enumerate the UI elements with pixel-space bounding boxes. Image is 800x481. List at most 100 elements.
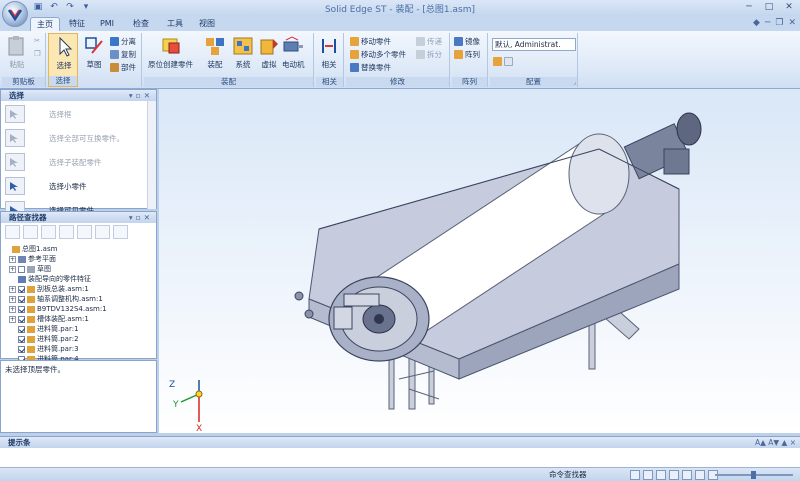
tab-3[interactable]: 检查 <box>128 17 154 31</box>
refresh-view-icon[interactable] <box>630 470 640 480</box>
pan-icon[interactable] <box>669 470 679 480</box>
close-icon[interactable]: ✕ <box>780 1 798 13</box>
copy-small-icon[interactable]: ❐ <box>34 49 41 58</box>
move-part-button[interactable]: 移动零件 <box>350 36 391 47</box>
tree-item[interactable]: 进料筒.par:1 <box>9 324 79 334</box>
assembly-model: Z Y X <box>169 112 702 433</box>
relate-button[interactable]: 相关 <box>319 35 339 70</box>
zoom-slider-thumb[interactable] <box>751 471 756 479</box>
tree-item[interactable]: 总图1.asm <box>3 244 57 254</box>
expand-icon[interactable]: + <box>9 265 16 273</box>
transfer-button[interactable]: 传递 <box>416 36 442 47</box>
split-button[interactable]: 分离 <box>110 36 136 47</box>
expand-icon[interactable]: + <box>9 295 16 303</box>
prompt-bar-controls[interactable]: A▲ A▼ ▲ × <box>755 437 796 448</box>
virtual-button[interactable]: 虚拟 <box>258 35 280 70</box>
group-relate: 相关 相关 <box>316 33 344 87</box>
tab-4[interactable]: 工具 <box>162 17 188 31</box>
ribbon: 粘贴 ✂ ❐ 剪贴板 选择 选择 草图 分离 复制 部件 原位创建零件 装配 系… <box>0 31 800 89</box>
pathfinder-tool-7-icon[interactable] <box>113 225 128 239</box>
tree-item[interactable]: + 槽体装配.asm:1 <box>9 314 89 324</box>
zoom-area-icon[interactable] <box>656 470 666 480</box>
select-filter-item[interactable]: 选择框 <box>5 105 72 123</box>
visibility-checkbox[interactable] <box>18 295 25 303</box>
mirror-button[interactable]: 镜像 <box>454 36 480 47</box>
ribbon-close-icon[interactable]: ✕ <box>788 18 796 28</box>
help-icon[interactable]: ◆ <box>753 18 760 28</box>
graphics-window[interactable]: Z Y X <box>159 89 800 433</box>
command-finder-button[interactable]: 命令查找器 <box>549 470 587 480</box>
tree-item[interactable]: + 刮板总装.asm:1 <box>9 284 89 294</box>
view-orientation-icon[interactable] <box>695 470 705 480</box>
fit-view-icon[interactable] <box>643 470 653 480</box>
select-filter-item[interactable]: 选择子装配零件 <box>5 153 102 171</box>
part-button[interactable]: 部件 <box>110 62 136 73</box>
expand-icon[interactable]: + <box>9 315 16 323</box>
rotate-icon[interactable] <box>682 470 692 480</box>
window-controls: ─ □ ✕ <box>740 1 798 13</box>
system-button[interactable]: 系统 <box>232 35 254 70</box>
replace-part-button[interactable]: 替换零件 <box>350 62 391 73</box>
tab-5[interactable]: 视图 <box>194 17 220 31</box>
sketch-button[interactable]: 草图 <box>84 35 104 70</box>
cut-icon[interactable]: ✂ <box>34 36 40 45</box>
create-in-place-button[interactable]: 原位创建零件 <box>148 35 193 70</box>
visibility-checkbox[interactable] <box>18 285 25 293</box>
tab-bar-right-controls: ◆ ─ ❐ ✕ <box>753 18 796 28</box>
select-filter-icon <box>5 177 25 195</box>
visibility-checkbox[interactable] <box>18 305 25 313</box>
visibility-checkbox[interactable] <box>18 265 25 273</box>
tab-1[interactable]: 特征 <box>64 17 90 31</box>
copy-button[interactable]: 复制 <box>110 49 136 60</box>
pathfinder-tool-2-icon[interactable] <box>23 225 38 239</box>
tree-item[interactable]: + 草图 <box>9 264 51 274</box>
pathfinder-tool-1-icon[interactable] <box>5 225 20 239</box>
pathfinder-tool-4-icon[interactable] <box>59 225 74 239</box>
config-save-button[interactable] <box>493 57 513 66</box>
tree-item[interactable]: + 轴系调整机构.asm:1 <box>9 294 103 304</box>
dialog-launcher-icon[interactable]: ⌟ <box>573 79 576 86</box>
tree-item[interactable]: 装配导向的零件特征 <box>9 274 91 284</box>
paste-button[interactable]: 粘贴 <box>7 35 27 70</box>
motor-button[interactable]: 电动机 <box>282 35 305 70</box>
group-pattern: 镜像 阵列 阵列 <box>452 33 488 87</box>
tree-item-label: B9TDV132S4.asm:1 <box>37 305 107 313</box>
select-panel-scrollbar[interactable] <box>147 101 156 209</box>
tab-2[interactable]: PMI <box>96 17 118 31</box>
disperse-button[interactable]: 拆分 <box>416 49 442 60</box>
pathfinder-tool-5-icon[interactable] <box>77 225 92 239</box>
pathfinder-tool-6-icon[interactable] <box>95 225 110 239</box>
tab-0[interactable]: 主页 <box>30 17 60 31</box>
expand-icon[interactable]: + <box>9 285 16 293</box>
visibility-checkbox[interactable] <box>18 325 25 333</box>
visibility-checkbox[interactable] <box>18 315 25 323</box>
group-label-select: 选择 <box>49 76 77 86</box>
pathfinder-panel-controls[interactable]: ▾▫✕ <box>129 212 153 223</box>
configuration-select[interactable]: 默认, Administrat. <box>492 38 576 51</box>
assemble-button[interactable]: 装配 <box>204 35 226 70</box>
pathfinder-tool-3-icon[interactable] <box>41 225 56 239</box>
visibility-checkbox[interactable] <box>18 335 25 343</box>
tree-item[interactable]: 进料筒.par:3 <box>9 344 79 354</box>
expand-icon[interactable]: + <box>9 255 16 263</box>
move-multiple-parts-button[interactable]: 移动多个零件 <box>350 49 406 60</box>
minimize-icon[interactable]: ─ <box>740 1 758 13</box>
ribbon-restore-icon[interactable]: ❐ <box>775 18 783 28</box>
select-filter-item[interactable]: 选择小零件 <box>5 177 87 195</box>
expand-icon[interactable]: + <box>9 305 16 313</box>
application-button[interactable] <box>2 1 28 27</box>
group-assembly: 原位创建零件 装配 系统 虚拟 电动机 装配 <box>144 33 314 87</box>
coordinate-triad <box>180 380 203 422</box>
visibility-checkbox[interactable] <box>18 345 25 353</box>
select-filter-item[interactable]: 选择全部可互换零件。 <box>5 129 124 147</box>
maximize-icon[interactable]: □ <box>760 1 778 13</box>
zoom-slider[interactable] <box>715 471 793 479</box>
select-button[interactable]: 选择 <box>54 36 74 71</box>
pattern-button[interactable]: 阵列 <box>454 49 480 60</box>
tree-item[interactable]: 进料筒.par:2 <box>9 334 79 344</box>
tree-item[interactable]: + B9TDV132S4.asm:1 <box>9 304 107 314</box>
component-icon <box>27 265 35 273</box>
tree-item[interactable]: + 参考平面 <box>9 254 56 264</box>
ribbon-minimize-icon[interactable]: ─ <box>765 18 770 28</box>
panel-controls[interactable]: ▾▫✕ <box>129 90 153 101</box>
